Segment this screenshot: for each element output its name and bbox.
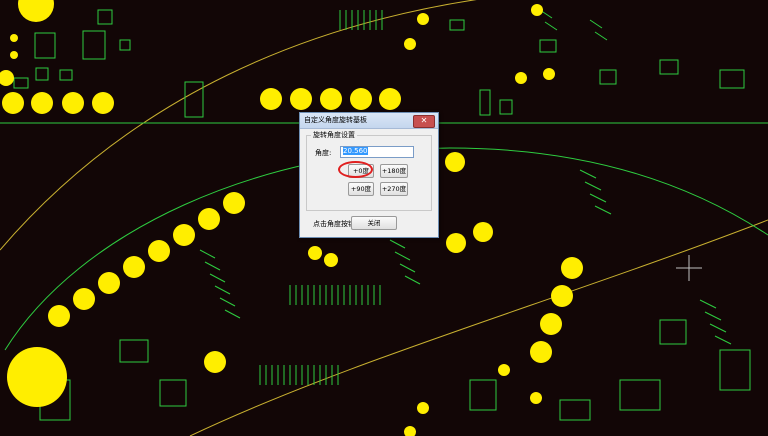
pin-rows (199, 9, 732, 385)
angle-label: 角度: (315, 149, 332, 157)
close-button[interactable]: 关闭 (351, 216, 397, 230)
group-legend: 旋转角度设置 (311, 130, 357, 140)
board-outline-line (189, 219, 768, 436)
rotate-board-dialog: 自定义角度旋转基板 ✕ 旋转角度设置 角度: 20.560 +0度 +180度 … (299, 112, 439, 238)
window-close-button[interactable]: ✕ (413, 115, 435, 128)
angle-input-value: 20.560 (343, 147, 368, 155)
close-icon: ✕ (420, 116, 428, 125)
dialog-titlebar[interactable]: 自定义角度旋转基板 ✕ (300, 113, 438, 129)
highlight-ring (338, 161, 373, 178)
pads (0, 0, 583, 436)
board-outline-arc (0, 0, 478, 251)
rotate-plus-180-button[interactable]: +180度 (380, 164, 408, 178)
dialog-title: 自定义角度旋转基板 (304, 116, 367, 124)
rotate-plus-270-button[interactable]: +270度 (380, 182, 408, 196)
rotate-plus-90-button[interactable]: +90度 (348, 182, 374, 196)
angle-input[interactable]: 20.560 (340, 146, 414, 158)
